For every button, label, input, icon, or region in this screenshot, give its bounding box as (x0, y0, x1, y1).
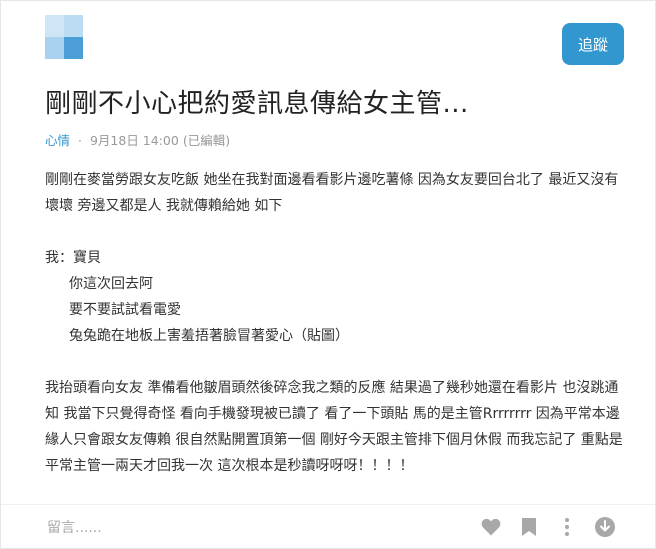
more-icon[interactable] (555, 515, 579, 539)
post-meta: 心情 · 9月18日 14:00 (已編輯) (45, 130, 230, 149)
avatar-tile (45, 37, 64, 59)
avatar-tile (45, 15, 64, 37)
comment-input[interactable] (45, 515, 429, 541)
edited-label: (已編輯) (182, 133, 231, 148)
post-container: 追蹤 剛剛不小心把約愛訊息傳給女主管... 心情 · 9月18日 14:00 (… (0, 0, 656, 549)
content-paragraph: 我抬頭看向女友 準備看他皺眉頭然後碎念我之類的反應 結果過了幾秒她還在看影片 也… (45, 380, 623, 474)
avatar[interactable] (45, 15, 83, 59)
board-link[interactable]: 心情 (45, 133, 70, 148)
content-paragraph: 剛剛在麥當勞跟女友吃飯 她坐在我對面邊看看影片邊吃薯條 因為女友要回台北了 最近… (45, 172, 619, 214)
heart-icon[interactable] (479, 515, 503, 539)
avatar-tile (64, 37, 83, 59)
comment-bar (1, 504, 655, 549)
follow-button[interactable]: 追蹤 (562, 23, 624, 65)
avatar-tile (64, 15, 83, 37)
post-content: 剛剛在麥當勞跟女友吃飯 她坐在我對面邊看看影片邊吃薯條 因為女友要回台北了 最近… (45, 167, 625, 479)
bookmark-icon[interactable] (517, 515, 541, 539)
post-date: 9月18日 14:00 (89, 133, 179, 148)
meta-separator: · (78, 133, 82, 148)
post-title: 剛剛不小心把約愛訊息傳給女主管... (45, 89, 469, 119)
message-line: 兔兔跪在地板上害羞捂著臉冒著愛心（貼圖） (69, 328, 349, 344)
scroll-down-icon[interactable] (593, 515, 617, 539)
message-line: 要不要試試看電愛 (69, 302, 181, 318)
message-sender: 我：寶貝 (45, 250, 101, 266)
message-line: 你這次回去阿 (69, 276, 153, 292)
